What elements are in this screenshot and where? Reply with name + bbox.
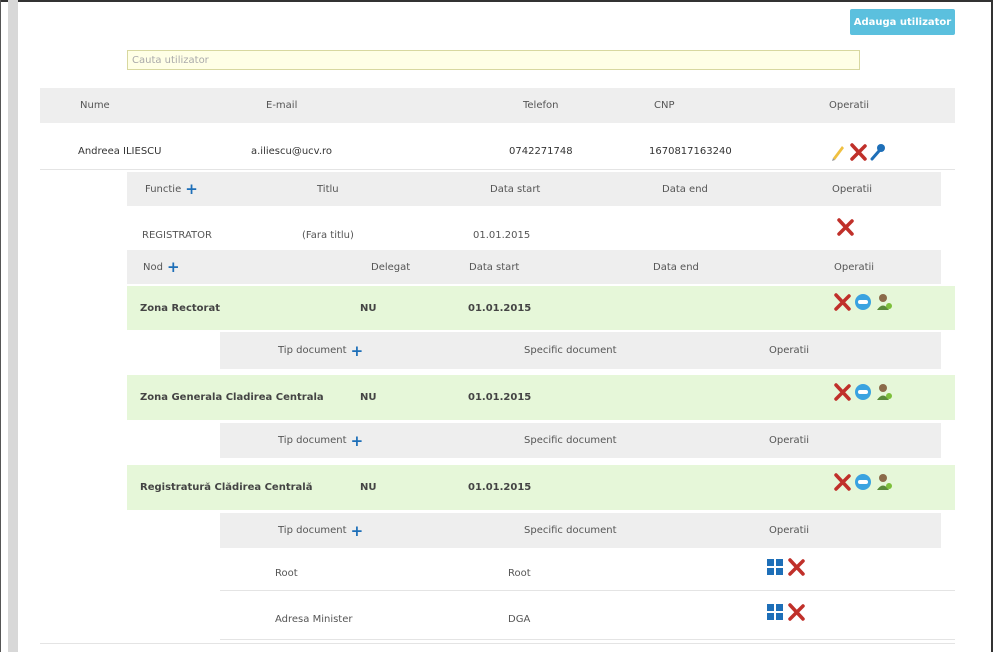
edit-pencil-icon[interactable] xyxy=(830,143,846,161)
header-document-type: Tip document + xyxy=(278,332,363,369)
document-specific: Root xyxy=(508,567,531,579)
add-node-plus-icon[interactable]: + xyxy=(167,260,180,275)
header-node: Nod + xyxy=(143,250,180,284)
node-name: Zona Rectorat xyxy=(140,302,220,314)
delete-x-icon[interactable] xyxy=(833,472,851,491)
header-title: Titlu xyxy=(317,183,339,195)
node-header-row: Nod + Delegat Data start Data end Operat… xyxy=(127,250,941,284)
document-header-row: Tip document + Specific document Operati… xyxy=(220,332,941,369)
header-document-operations: Operatii xyxy=(769,435,810,446)
header-function: Functie + xyxy=(145,172,198,206)
node-start: 01.01.2015 xyxy=(468,482,532,493)
delete-x-icon[interactable] xyxy=(833,293,851,311)
node-start: 01.01.2015 xyxy=(468,392,532,403)
header-cnp: CNP xyxy=(654,100,675,111)
header-node-label: Nod xyxy=(143,261,163,273)
document-row[interactable]: Adresa Minister DGA xyxy=(220,600,955,640)
header-function-operations: Operatii xyxy=(832,183,873,195)
header-function-label: Functie xyxy=(145,183,182,195)
document-row[interactable]: Root Root xyxy=(220,556,955,591)
delete-x-icon[interactable] xyxy=(787,602,805,621)
document-type: Root xyxy=(275,567,298,579)
window-top-border xyxy=(0,0,993,2)
node-operations xyxy=(833,459,893,504)
document-type: Adresa Minister xyxy=(275,614,353,625)
delete-x-icon[interactable] xyxy=(849,142,867,161)
delete-x-icon[interactable] xyxy=(833,382,851,401)
header-specific-document: Specific document xyxy=(524,435,617,446)
header-node-operations: Operatii xyxy=(834,261,875,273)
header-delegate: Delegat xyxy=(371,261,411,273)
table-bottom-border xyxy=(40,643,955,644)
function-row[interactable]: REGISTRATOR (Fara titlu) 01.01.2015 xyxy=(127,218,941,252)
user-settings-icon[interactable] xyxy=(854,473,872,491)
key-icon[interactable] xyxy=(870,143,886,161)
document-specific: DGA xyxy=(508,614,531,625)
document-header-row: Tip document + Specific document Operati… xyxy=(220,513,941,548)
node-delegate: NU xyxy=(360,392,377,403)
header-specific-document: Specific document xyxy=(524,345,617,356)
function-name: REGISTRATOR xyxy=(142,229,212,241)
header-document-operations: Operatii xyxy=(769,525,810,536)
user-settings-icon[interactable] xyxy=(854,293,872,311)
header-name: Nume xyxy=(80,100,110,111)
node-row[interactable]: Zona Generala Cladirea Centrala NU 01.01… xyxy=(127,375,955,420)
node-delegate: NU xyxy=(360,482,377,493)
document-header-row: Tip document + Specific document Operati… xyxy=(220,423,941,458)
node-start: 01.01.2015 xyxy=(468,302,532,314)
header-email: E-mail xyxy=(266,100,298,111)
node-operations xyxy=(833,369,893,414)
header-phone: Telefon xyxy=(523,100,559,111)
user-row[interactable]: Andreea ILIESCU a.iliescu@ucv.ro 0742271… xyxy=(40,134,955,170)
add-function-plus-icon[interactable]: + xyxy=(185,182,198,197)
node-row[interactable]: Registratură Clădirea Centrală NU 01.01.… xyxy=(127,465,955,510)
grid-icon[interactable] xyxy=(766,603,784,621)
header-function-end: Data end xyxy=(662,183,708,195)
header-document-type: Tip document + xyxy=(278,513,363,548)
user-add-icon[interactable] xyxy=(875,383,893,401)
user-name: Andreea ILIESCU xyxy=(78,146,162,157)
document-operations xyxy=(766,550,805,584)
header-document-type-label: Tip document xyxy=(278,525,347,536)
user-cnp: 1670817163240 xyxy=(649,146,732,157)
left-sidebar-strip xyxy=(8,0,18,652)
header-document-operations: Operatii xyxy=(769,345,810,356)
add-document-plus-icon[interactable]: + xyxy=(351,523,364,538)
user-email: a.iliescu@ucv.ro xyxy=(251,146,333,157)
user-phone: 0742271748 xyxy=(509,146,573,157)
add-document-plus-icon[interactable]: + xyxy=(351,433,364,448)
user-operations xyxy=(830,134,886,169)
node-name: Zona Generala Cladirea Centrala xyxy=(140,392,324,403)
user-add-icon[interactable] xyxy=(875,473,893,491)
add-user-button[interactable]: Adauga utilizator xyxy=(850,9,955,35)
grid-icon[interactable] xyxy=(766,558,784,576)
user-settings-icon[interactable] xyxy=(854,383,872,401)
header-operations: Operatii xyxy=(829,100,870,111)
add-document-plus-icon[interactable]: + xyxy=(351,343,364,358)
function-start: 01.01.2015 xyxy=(473,229,531,241)
header-document-type-label: Tip document xyxy=(278,435,347,446)
node-row[interactable]: Zona Rectorat NU 01.01.2015 xyxy=(127,286,955,330)
header-document-type: Tip document + xyxy=(278,423,363,458)
header-specific-document: Specific document xyxy=(524,525,617,536)
node-name: Registratură Clădirea Centrală xyxy=(140,482,313,493)
function-header-row: Functie + Titlu Data start Data end Oper… xyxy=(127,172,941,206)
function-title: (Fara titlu) xyxy=(302,229,354,241)
window-left-border xyxy=(0,0,1,652)
document-operations xyxy=(766,592,805,631)
node-operations xyxy=(833,280,893,324)
search-user-input[interactable] xyxy=(127,50,860,70)
function-delete-x-icon[interactable] xyxy=(836,210,854,244)
header-node-end: Data end xyxy=(653,261,699,273)
header-document-type-label: Tip document xyxy=(278,345,347,356)
users-header-row: Nume E-mail Telefon CNP Operatii xyxy=(40,88,955,123)
node-delegate: NU xyxy=(360,302,377,314)
header-function-start: Data start xyxy=(490,183,541,195)
user-add-icon[interactable] xyxy=(875,293,893,311)
header-node-start: Data start xyxy=(469,261,520,273)
delete-x-icon[interactable] xyxy=(787,558,805,576)
